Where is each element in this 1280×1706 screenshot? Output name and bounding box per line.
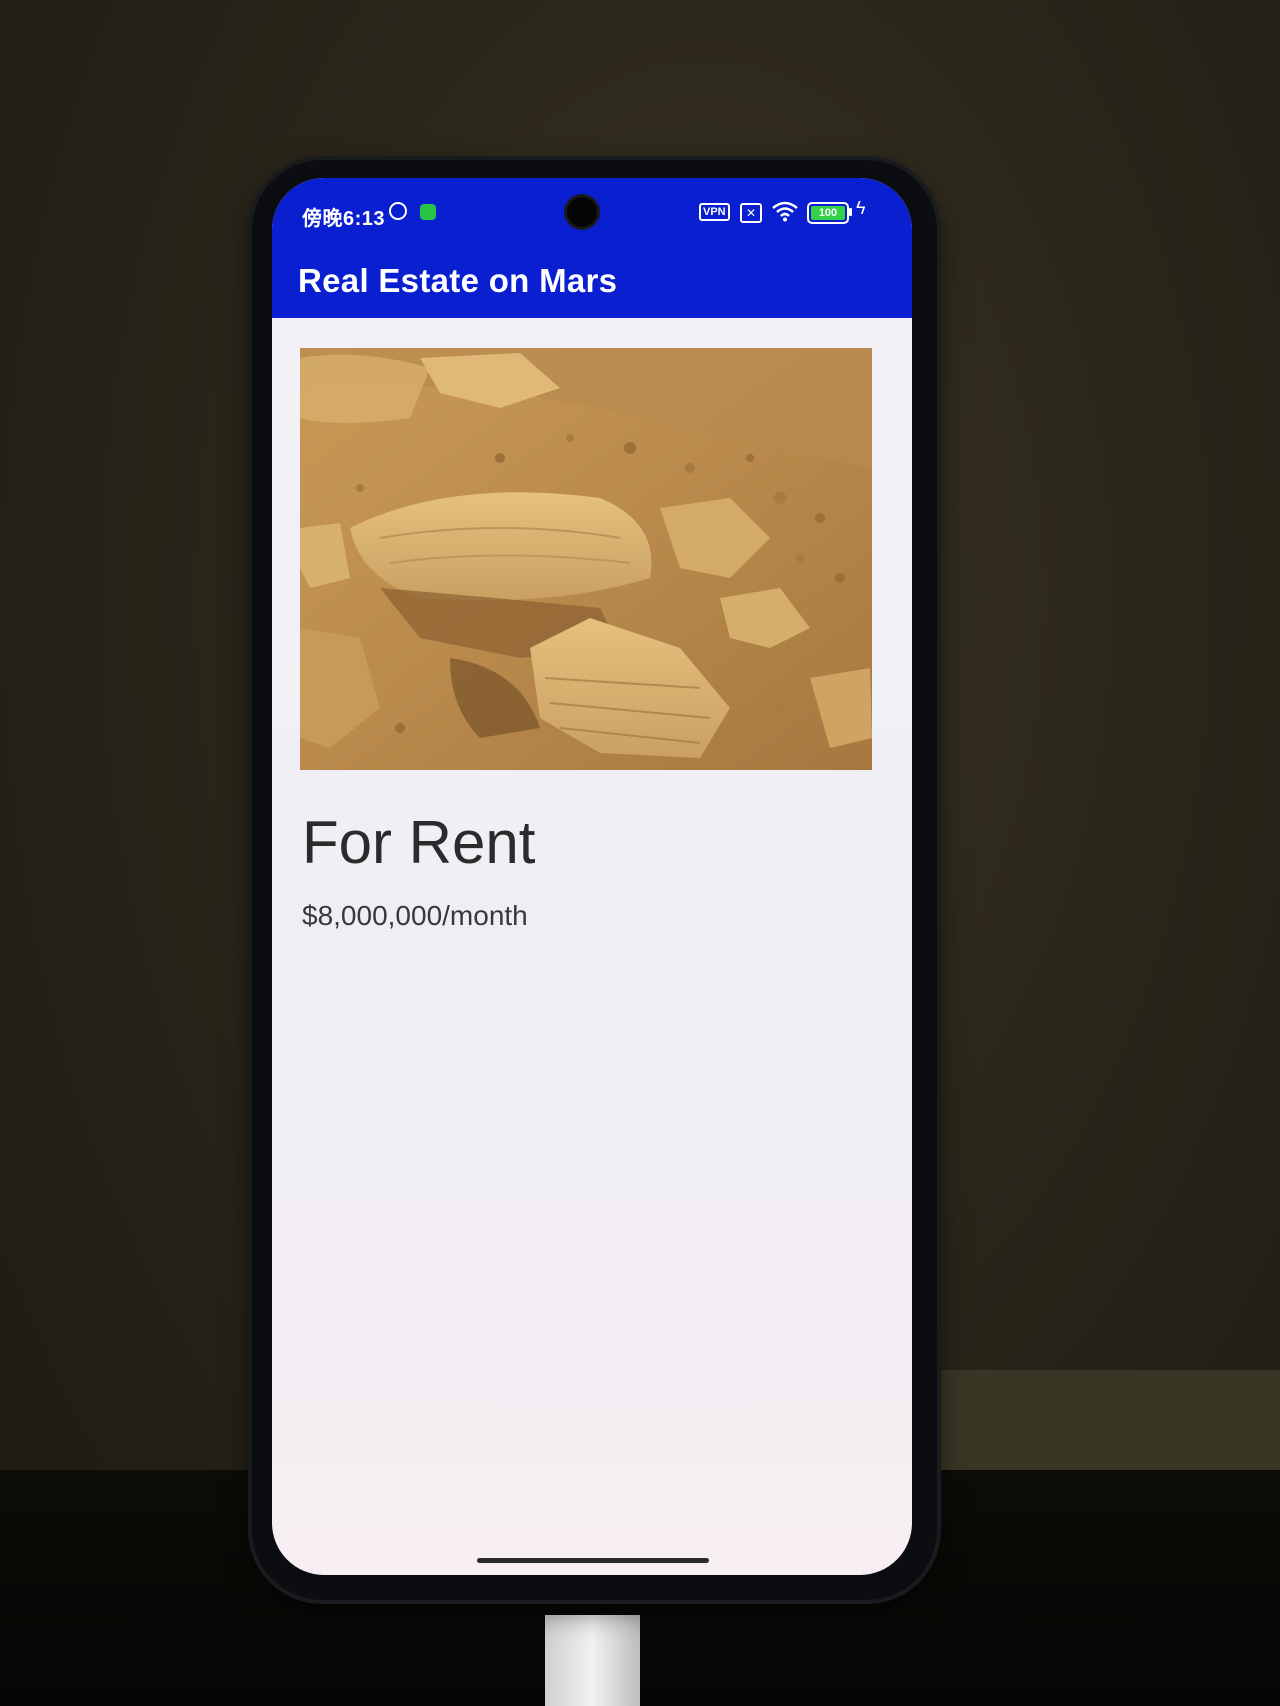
mars-surface-photo[interactable] xyxy=(300,348,872,770)
app-bar: Real Estate on Mars xyxy=(272,238,912,318)
front-camera xyxy=(567,197,597,227)
wifi-icon xyxy=(772,201,798,222)
listing-content: For Rent $8,000,000/month xyxy=(272,318,912,1575)
app-notification-icon xyxy=(420,204,436,220)
phone-screen: 傍晚6:13 VPN ✕ 100 ϟ Real Estate on Mars F… xyxy=(272,178,912,1575)
usb-cable xyxy=(545,1615,640,1706)
app-title: Real Estate on Mars xyxy=(298,262,618,299)
battery-tip xyxy=(849,208,852,216)
battery-icon: 100 xyxy=(807,202,849,224)
sim-icon: ✕ xyxy=(740,203,762,223)
status-time: 傍晚6:13 xyxy=(302,208,386,230)
listing-type: For Rent xyxy=(302,809,536,876)
mars-terrain-image xyxy=(300,348,872,770)
charging-icon: ϟ xyxy=(856,198,866,218)
home-indicator[interactable] xyxy=(477,1558,709,1563)
listing-price: $8,000,000/month xyxy=(302,900,528,931)
background-table xyxy=(930,1370,1280,1480)
battery-level: 100 xyxy=(818,207,838,219)
status-bar: 傍晚6:13 VPN ✕ 100 ϟ xyxy=(272,178,912,238)
alarm-icon xyxy=(389,202,407,220)
vpn-icon: VPN xyxy=(699,203,730,221)
